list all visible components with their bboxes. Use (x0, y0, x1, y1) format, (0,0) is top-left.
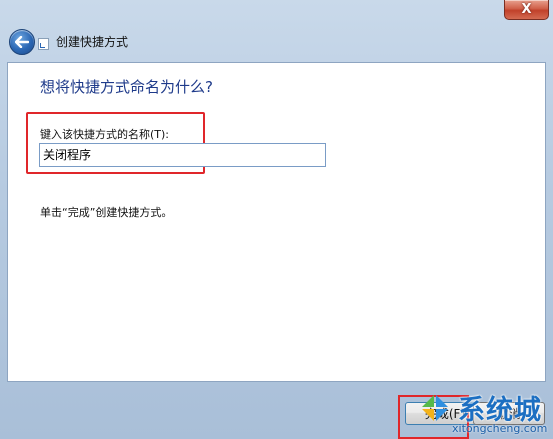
wizard-title: 创建快捷方式 (56, 35, 129, 49)
shortcut-icon (38, 38, 49, 50)
wizard-nav-bar: 创建快捷方式 (0, 27, 553, 57)
close-icon: X (521, 2, 532, 17)
instruction-text: 单击“完成”创建快捷方式。 (40, 206, 173, 219)
close-button[interactable]: X (504, 0, 549, 20)
shortcut-name-input[interactable]: 关闭程序 (39, 143, 326, 167)
shortcut-name-label: 键入该快捷方式的名称(T): (40, 128, 170, 141)
wizard-content-panel: 想将快捷方式命名为什么? 键入该快捷方式的名称(T): 关闭程序 单击“完成”创… (7, 62, 546, 382)
cancel-button[interactable]: 取消 (473, 402, 545, 425)
page-heading: 想将快捷方式命名为什么? (40, 78, 213, 96)
create-shortcut-window: X 创建快捷方式 想将快捷方式命名为什么? 键入该快捷方式的名称(T): 关闭程… (0, 0, 553, 439)
wizard-footer: 完成(F) 取消 (0, 384, 553, 439)
back-arrow-icon (15, 36, 29, 48)
back-button[interactable] (9, 29, 35, 55)
